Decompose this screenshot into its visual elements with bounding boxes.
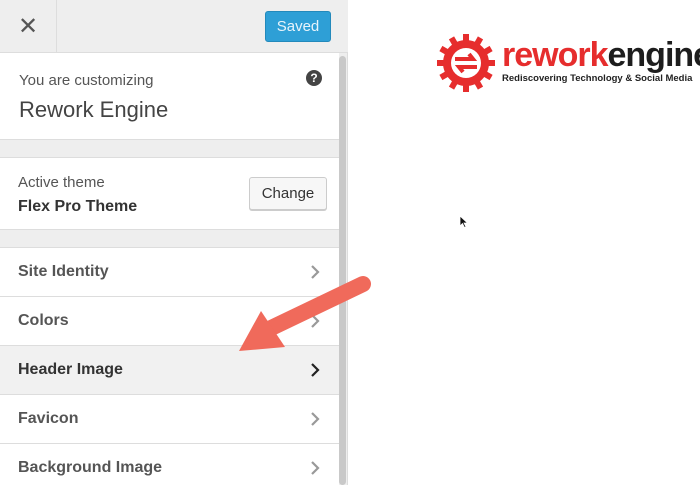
logo-wordmark-part2: engine (608, 36, 700, 74)
annotation-arrow-icon (225, 270, 375, 360)
menu-item-label: Colors (18, 312, 69, 330)
logo-wordmark-part1: rework (502, 36, 608, 74)
chevron-right-icon (308, 410, 322, 428)
chevron-right-icon (308, 459, 322, 477)
active-theme-panel: Active theme Flex Pro Theme Change (0, 157, 339, 230)
logo-gear-icon (435, 32, 497, 94)
logo-wordmark: reworkengine (502, 38, 700, 72)
menu-item-label: Site Identity (18, 263, 109, 281)
active-theme-label: Active theme (18, 174, 105, 191)
menu-item-label: Favicon (18, 410, 78, 428)
menu-item-label: Header Image (18, 361, 123, 379)
change-theme-button[interactable]: Change (249, 177, 327, 210)
site-title: Rework Engine (19, 97, 168, 123)
customizer-top-bar: ✕ Saved (0, 0, 348, 53)
help-icon[interactable]: ? (306, 70, 322, 86)
menu-item-label: Background Image (18, 459, 162, 477)
chevron-right-icon (308, 361, 322, 379)
menu-item-favicon[interactable]: Favicon (0, 394, 339, 443)
customizing-subtitle: You are customizing (19, 72, 154, 89)
mouse-cursor-icon (459, 215, 469, 229)
customizer-sidebar: ✕ Saved You are customizing Rework Engin… (0, 0, 348, 485)
logo-tagline: Rediscovering Technology & Social Media (502, 73, 692, 84)
close-icon[interactable]: ✕ (0, 0, 57, 52)
saved-button[interactable]: Saved (265, 11, 331, 42)
customizing-info-panel: You are customizing Rework Engine ? (0, 53, 339, 140)
active-theme-name: Flex Pro Theme (18, 198, 137, 216)
